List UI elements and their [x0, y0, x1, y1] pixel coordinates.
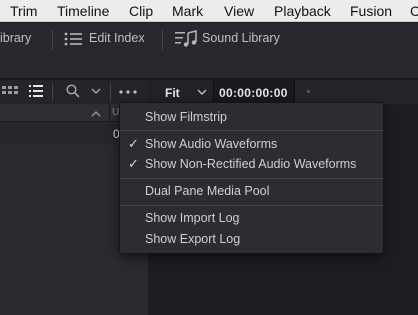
menu-item-label: Dual Pane Media Pool: [145, 184, 270, 198]
sound-library-icon[interactable]: [175, 30, 197, 48]
menu-separator: [120, 130, 383, 131]
menu-item-label: Show Export Log: [145, 232, 241, 246]
menu-separator: [120, 205, 383, 206]
chevron-down-icon[interactable]: [197, 89, 207, 96]
menu-item-show-export-log[interactable]: Show Export Log: [120, 230, 383, 250]
menu-timeline[interactable]: Timeline: [57, 3, 109, 19]
menu-view[interactable]: View: [224, 3, 254, 19]
menu-item-label: Show Filmstrip: [145, 110, 227, 124]
sound-library-button[interactable]: Sound Library: [202, 31, 280, 45]
edit-index-button[interactable]: Edit Index: [89, 31, 145, 45]
menu-item-dual-pane-media-pool[interactable]: Dual Pane Media Pool: [120, 182, 383, 202]
zoom-fit-select[interactable]: Fit: [165, 86, 180, 100]
toolbar-divider: [110, 83, 111, 101]
menu-trim[interactable]: Trim: [10, 3, 37, 19]
menu-playback[interactable]: Playback: [274, 3, 331, 19]
toolbar-divider: [162, 30, 163, 50]
toolbar-divider: [52, 83, 53, 101]
search-icon[interactable]: [66, 84, 80, 98]
sort-ascending-icon[interactable]: [91, 110, 101, 117]
timecode-display: 00:00:00:00: [219, 86, 288, 100]
more-options-icon[interactable]: [119, 90, 137, 94]
menu-item-show-filmstrip[interactable]: Show Filmstrip: [120, 108, 383, 128]
list-view-icon[interactable]: [29, 85, 43, 97]
menu-item-show-import-log[interactable]: Show Import Log: [120, 209, 383, 229]
menu-item-show-non-rectified-waveforms[interactable]: ✓ Show Non-Rectified Audio Waveforms: [120, 155, 383, 175]
menu-fusion[interactable]: Fusion: [350, 3, 392, 19]
checkmark-icon: ✓: [128, 136, 139, 151]
chevron-down-icon[interactable]: [91, 88, 101, 95]
edit-index-icon[interactable]: [64, 32, 82, 46]
app-menubar: Trim Timeline Clip Mark View Playback Fu…: [0, 0, 418, 22]
menu-item-label: Show Non-Rectified Audio Waveforms: [145, 157, 357, 171]
indicator-dot: [307, 90, 310, 93]
media-library-button[interactable]: ibrary: [0, 31, 31, 45]
options-dropdown-menu: Show Filmstrip ✓ Show Audio Waveforms ✓ …: [119, 102, 384, 254]
menu-separator: [120, 178, 383, 179]
menu-item-show-audio-waveforms[interactable]: ✓ Show Audio Waveforms: [120, 135, 383, 155]
toolbar-divider: [52, 30, 53, 50]
thumbnail-view-icon[interactable]: [2, 86, 18, 98]
menu-mark[interactable]: Mark: [172, 3, 203, 19]
menu-item-label: Show Audio Waveforms: [145, 137, 278, 151]
checkmark-icon: ✓: [128, 156, 139, 171]
menu-color[interactable]: C: [410, 3, 418, 19]
menu-item-label: Show Import Log: [145, 211, 240, 225]
menu-clip[interactable]: Clip: [129, 3, 153, 19]
